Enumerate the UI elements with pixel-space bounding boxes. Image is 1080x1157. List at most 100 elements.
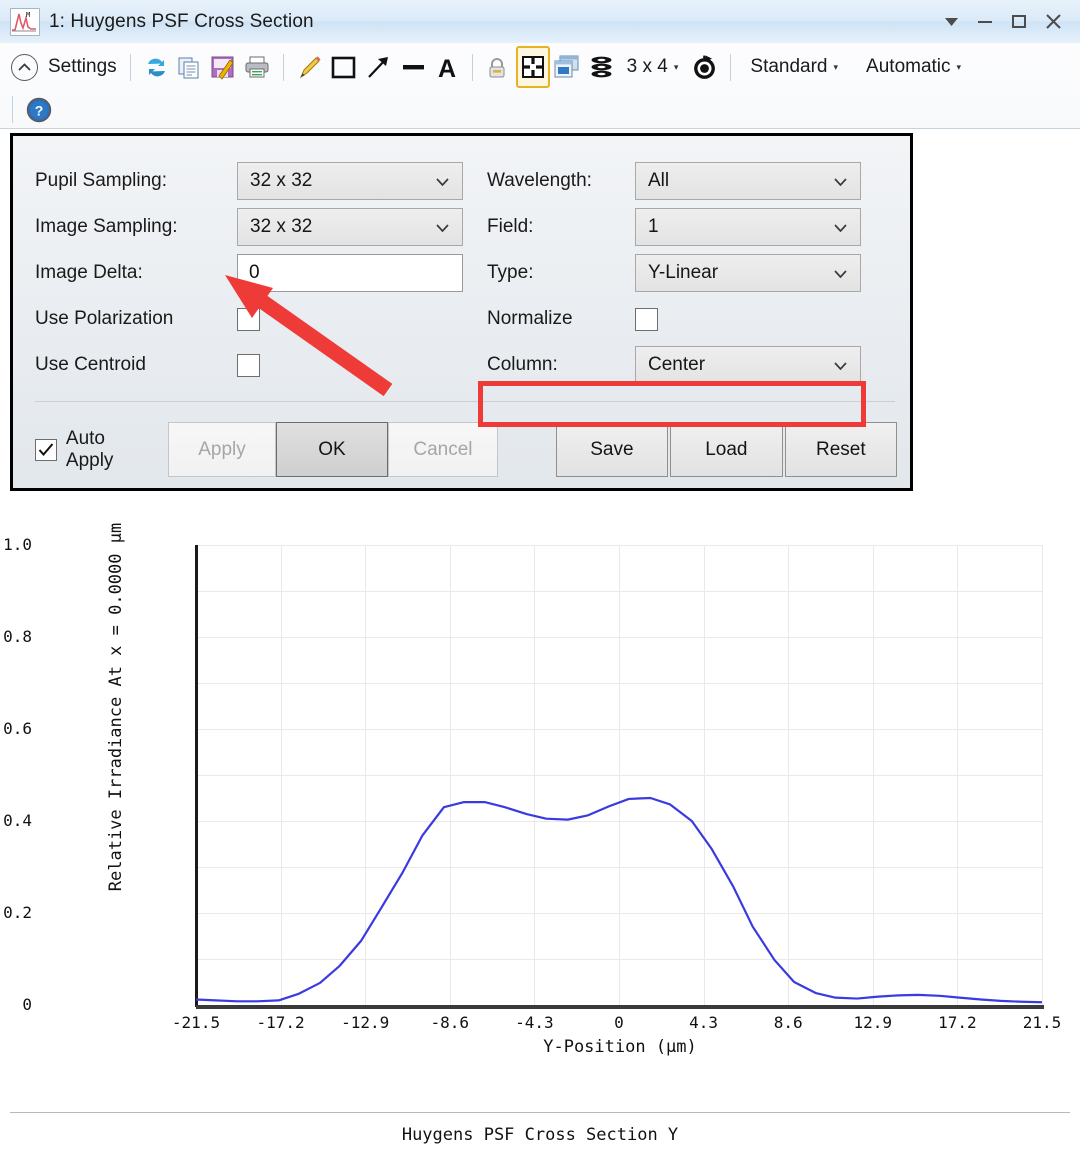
x-tick-label: -21.5 [171, 1013, 221, 1032]
style-dropdown[interactable]: Standard ▾ [740, 49, 842, 85]
pupil-sampling-label: Pupil Sampling: [35, 170, 168, 191]
x-tick-label: 21.5 [1022, 1013, 1062, 1032]
pupil-sampling-value: 32 x 32 [250, 170, 313, 191]
x-tick-label: -17.2 [256, 1013, 305, 1032]
field-label: Field: [487, 216, 534, 237]
toolbar-separator [471, 53, 473, 81]
layout-size-label: 3 x 4 [626, 56, 668, 77]
field-row-use-polarization: Use Polarization [35, 296, 465, 342]
wavelength-value: All [648, 170, 670, 191]
x-tick-label: -8.6 [430, 1013, 470, 1032]
chevron-down-icon: ▾ [833, 61, 839, 72]
help-icon[interactable]: ? [22, 92, 56, 128]
toolbar-separator [129, 53, 131, 81]
save-button[interactable]: Save [555, 422, 669, 477]
column-value: Center [648, 354, 706, 375]
settings-right-column: Wavelength: All Field: 1 Type: Y-Linear … [487, 158, 887, 388]
chevron-down-icon [834, 170, 847, 192]
field-row-column: Column: Center [487, 342, 887, 388]
maximize-button[interactable] [1002, 5, 1036, 39]
field-row-type: Type: Y-Linear [487, 250, 887, 296]
y-tick-label: 0.6 [3, 719, 32, 738]
use-centroid-checkbox[interactable] [237, 353, 260, 377]
panel-button-row: Auto Apply Apply OK Cancel Save Load Res… [35, 422, 898, 477]
settings-left-column: Pupil Sampling: 32 x 32 Image Sampling: … [35, 158, 465, 388]
field-row-wavelength: Wavelength: All [487, 158, 887, 204]
reset-clock-icon[interactable] [688, 49, 721, 85]
scale-label: Automatic [866, 56, 951, 77]
style-label: Standard [750, 56, 828, 77]
cancel-button[interactable]: Cancel [388, 422, 498, 477]
image-delta-input[interactable]: 0 [237, 254, 463, 292]
x-tick-label: 4.3 [689, 1013, 719, 1032]
chevron-down-icon: ▾ [673, 61, 679, 72]
image-sampling-label: Image Sampling: [35, 216, 178, 237]
rectangle-icon[interactable] [326, 49, 361, 85]
wavelength-combo[interactable]: All [635, 162, 861, 200]
chevron-down-icon [436, 216, 449, 238]
window-title: 1: Huygens PSF Cross Section [49, 10, 314, 32]
arrow-icon[interactable] [361, 49, 396, 85]
text-icon[interactable]: A [431, 49, 463, 85]
field-row-image-sampling: Image Sampling: 32 x 32 [35, 204, 465, 250]
x-tick-label: 0 [614, 1013, 624, 1032]
auto-apply-checkbox[interactable] [35, 438, 57, 461]
apply-button[interactable]: Apply [168, 422, 276, 477]
close-button[interactable] [1036, 5, 1070, 39]
field-value: 1 [648, 216, 659, 237]
series-line [195, 796, 1043, 1004]
chart-area: 0 0.2 0.4 0.6 0.8 1.0 -21.5 -17.2 -12.9 -8.6 -4.3… [3, 497, 1070, 1112]
use-polarization-checkbox[interactable] [237, 307, 260, 331]
chart-window-icon: M [10, 7, 40, 36]
x-axis-label: Y-Position (µm) [543, 1037, 697, 1057]
field-row-image-delta: Image Delta: 0 [35, 250, 465, 296]
settings-collapse-icon[interactable] [11, 53, 38, 81]
scale-dropdown[interactable]: Automatic ▾ [856, 49, 965, 85]
type-value: Y-Linear [648, 262, 719, 283]
settings-panel: Pupil Sampling: 32 x 32 Image Sampling: … [10, 133, 913, 491]
save-as-icon[interactable] [206, 49, 240, 85]
x-tick-label: -12.9 [341, 1013, 390, 1032]
column-combo[interactable]: Center [635, 346, 861, 384]
ok-button[interactable]: OK [275, 422, 389, 477]
image-sampling-combo[interactable]: 32 x 32 [237, 208, 463, 246]
image-sampling-value: 32 x 32 [250, 216, 313, 237]
grid-layout-icon[interactable] [515, 46, 550, 88]
field-combo[interactable]: 1 [635, 208, 861, 246]
field-row-pupil-sampling: Pupil Sampling: 32 x 32 [35, 158, 465, 204]
normalize-checkbox[interactable] [635, 307, 658, 331]
lock-icon[interactable] [482, 49, 512, 85]
layers-icon[interactable] [584, 49, 619, 85]
image-delta-value: 0 [249, 262, 260, 283]
svg-text:A: A [438, 55, 456, 80]
auto-apply-label: Auto Apply [65, 427, 114, 471]
x-tick-label: -4.3 [515, 1013, 554, 1032]
chevron-down-icon [834, 262, 847, 284]
settings-button[interactable]: Settings [38, 49, 121, 85]
type-label: Type: [487, 262, 534, 283]
layout-size-dropdown[interactable]: 3 x 4 ▾ [621, 49, 683, 85]
settings-label: Settings [48, 56, 117, 77]
toolbar-separator [282, 53, 284, 81]
window-dropdown-button[interactable] [934, 5, 968, 39]
type-combo[interactable]: Y-Linear [635, 254, 861, 292]
chevron-down-icon [436, 170, 449, 192]
print-icon[interactable] [240, 49, 274, 85]
image-delta-label: Image Delta: [35, 262, 143, 283]
window-title-bar: M 1: Huygens PSF Cross Section [0, 0, 1080, 44]
window-tile-icon[interactable] [550, 49, 584, 85]
pencil-icon[interactable] [293, 49, 326, 85]
use-centroid-label: Use Centroid [35, 354, 146, 375]
reset-button[interactable]: Reset [784, 422, 898, 477]
pupil-sampling-combo[interactable]: 32 x 32 [237, 162, 463, 200]
auto-apply-control[interactable]: Auto Apply [35, 428, 156, 472]
field-row-normalize: Normalize [487, 296, 887, 342]
refresh-icon[interactable] [140, 49, 173, 85]
minimize-button[interactable] [968, 5, 1002, 39]
column-label: Column: [487, 354, 558, 375]
copy-icon[interactable] [173, 49, 206, 85]
line-icon[interactable] [396, 49, 431, 85]
y-tick-label: 0.2 [3, 903, 32, 922]
y-tick-label: 0.8 [3, 627, 32, 646]
load-button[interactable]: Load [670, 422, 783, 477]
